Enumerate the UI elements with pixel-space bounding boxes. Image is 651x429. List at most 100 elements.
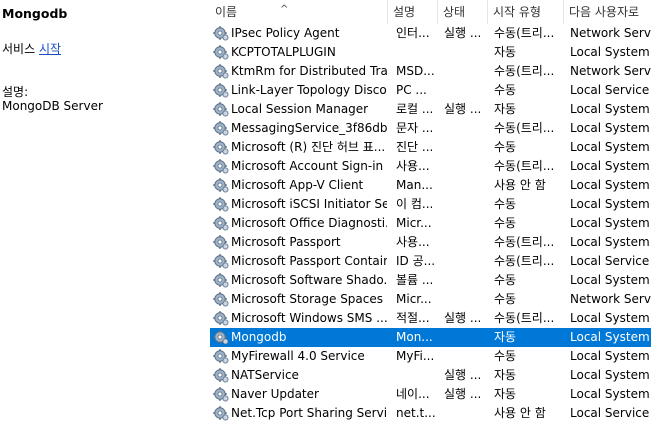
service-startup-type: 수동 — [494, 83, 517, 97]
service-name: KCPTOTALPLUGIN — [231, 45, 336, 59]
service-name: Microsoft Passport Container — [231, 254, 387, 268]
service-logon-as: Local System — [570, 102, 650, 116]
service-status — [444, 328, 488, 347]
service-description: MyFi... — [396, 349, 435, 363]
service-name: Microsoft Windows SMS ... — [231, 311, 387, 325]
services-list[interactable]: 이름 ^ 설명 상태 시작 유형 다음 사용자로 IPsec Policy Ag… — [210, 0, 651, 429]
service-status — [444, 176, 488, 195]
service-name: Microsoft Storage Spaces ... — [231, 292, 387, 306]
service-startup-type: 자동 — [494, 102, 517, 116]
service-description: 문자 ... — [396, 121, 434, 135]
service-description: 사용... — [396, 159, 430, 173]
service-row[interactable]: Microsoft Software Shado... 볼륨 ... 수동 Local… — [210, 271, 651, 290]
service-row[interactable]: Microsoft Passport 사용... 수동(트리... Local Sys… — [210, 233, 651, 252]
service-status — [444, 81, 488, 100]
service-description: Mon... — [396, 330, 433, 344]
start-service-link[interactable]: 시작 — [39, 42, 61, 56]
service-row[interactable]: MyFirewall 4.0 Service MyFi... 수동 Local Sys… — [210, 347, 651, 366]
service-gear-icon — [213, 253, 229, 269]
service-row[interactable]: Microsoft (R) 진단 허브 표... 진단 ... 수동 Local Sy… — [210, 138, 651, 157]
service-gear-icon — [213, 291, 229, 307]
service-status — [444, 62, 488, 81]
service-gear-icon — [213, 196, 229, 212]
service-row[interactable]: Local Session Manager 로컬 ... 실행 ... 자동 Local… — [210, 100, 651, 119]
service-status — [444, 214, 488, 233]
service-description: 인터... — [396, 26, 430, 40]
service-logon-as: Local System — [570, 159, 650, 173]
service-row[interactable]: Microsoft App-V Client Man... 사용 안 함 Local … — [210, 176, 651, 195]
service-name: Microsoft Office Diagnosti... — [231, 216, 387, 230]
service-description — [396, 366, 442, 385]
service-logon-as: Local System — [570, 387, 650, 401]
service-row[interactable]: Microsoft Passport Container ID 공... 수동(트리… — [210, 252, 651, 271]
service-logon-as: Local System — [570, 311, 650, 325]
service-name: Microsoft Account Sign-in ... — [231, 159, 387, 173]
service-status: 실행 ... — [444, 311, 482, 325]
service-row[interactable]: Net.Tcp Port Sharing Service net.t... 사용 안… — [210, 404, 651, 423]
service-logon-as: Local Service — [570, 406, 650, 420]
service-description: net.t... — [396, 406, 436, 420]
service-row[interactable]: Link-Layer Topology Disco... PC ... 수동 Loca… — [210, 81, 651, 100]
service-status — [444, 252, 488, 271]
service-name: Link-Layer Topology Disco... — [231, 83, 387, 97]
service-startup-type: 수동 — [494, 140, 517, 154]
service-status — [444, 157, 488, 176]
service-row[interactable]: Microsoft Office Diagnosti... Micr... 수동 Lo… — [210, 214, 651, 233]
service-row[interactable]: KtmRm for Distributed Tra... MSD... 수동(트리.… — [210, 62, 651, 81]
column-header-status[interactable]: 상태 — [438, 0, 488, 24]
column-header-description[interactable]: 설명 — [388, 0, 438, 24]
service-name: Local Session Manager — [231, 102, 369, 116]
service-row[interactable]: KCPTOTALPLUGIN 자동 Local System — [210, 43, 651, 62]
service-startup-type: 수동 — [494, 197, 517, 211]
service-status — [444, 43, 488, 62]
service-logon-as: Local System — [570, 235, 650, 249]
service-gear-icon — [213, 348, 229, 364]
service-logon-as: Local Service — [570, 254, 650, 268]
service-status — [444, 138, 488, 157]
column-header-startup-type[interactable]: 시작 유형 — [488, 0, 564, 24]
service-gear-icon — [213, 310, 229, 326]
service-name: Mongodb — [231, 330, 287, 344]
service-startup-type: 수동 — [494, 349, 517, 363]
service-startup-type: 사용 안 함 — [494, 178, 546, 192]
service-gear-icon — [213, 405, 229, 421]
service-row[interactable]: MessagingService_3f86db0 문자 ... 수동(트리... Lo… — [210, 119, 651, 138]
service-name: Microsoft (R) 진단 허브 표... — [231, 140, 386, 154]
service-row[interactable]: Microsoft Windows SMS ... 적절... 실행 ... 수동(트… — [210, 309, 651, 328]
service-detail-pane: Mongodb 서비스 시작 설명: MongoDB Server — [0, 0, 206, 429]
service-status — [444, 404, 488, 423]
service-gear-icon — [213, 272, 229, 288]
column-header-logon-as[interactable]: 다음 사용자로 — [564, 0, 651, 24]
service-startup-type: 수동(트리... — [494, 235, 555, 249]
service-description: 진단 ... — [396, 140, 434, 154]
service-row[interactable]: Microsoft Storage Spaces ... Micr... 수동 Net… — [210, 290, 651, 309]
service-name: Microsoft Software Shado... — [231, 273, 387, 287]
service-logon-as: Local System — [570, 273, 650, 287]
service-row[interactable]: IPsec Policy Agent 인터... 실행 ... 수동(트리... Net… — [210, 24, 651, 43]
service-startup-type: 수동(트리... — [494, 159, 555, 173]
service-startup-type: 수동 — [494, 216, 517, 230]
service-startup-type: 수동(트리... — [494, 26, 555, 40]
service-name: Net.Tcp Port Sharing Service — [231, 406, 387, 420]
service-gear-icon — [213, 386, 229, 402]
service-description: Man... — [396, 178, 433, 192]
service-startup-type: 수동 — [494, 292, 517, 306]
service-row[interactable]: Microsoft iSCSI Initiator Se... 이 컴... 수동 L… — [210, 195, 651, 214]
service-logon-as: Local System — [570, 368, 650, 382]
service-description: 볼륨 ... — [396, 273, 434, 287]
service-row[interactable]: Naver Updater 네이... 실행 ... 자동 Local System — [210, 385, 651, 404]
column-header-name[interactable]: 이름 ^ — [210, 0, 388, 24]
service-status — [444, 195, 488, 214]
service-logon-as: Network Service — [570, 292, 651, 306]
service-row[interactable]: Microsoft Account Sign-in ... 사용... 수동(트리.… — [210, 157, 651, 176]
service-logon-as: Network Service — [570, 64, 651, 78]
service-gear-icon — [213, 367, 229, 383]
service-status: 실행 ... — [444, 102, 482, 116]
service-name: MyFirewall 4.0 Service — [231, 349, 365, 363]
service-row[interactable]: NATService 실행 ... 자동 Local System — [210, 366, 651, 385]
service-row[interactable]: Mongodb Mon... 자동 Local System — [210, 328, 651, 347]
service-logon-as: Local System — [570, 178, 650, 192]
service-status — [444, 347, 488, 366]
service-startup-type: 수동(트리... — [494, 311, 555, 325]
service-name: Naver Updater — [231, 387, 319, 401]
